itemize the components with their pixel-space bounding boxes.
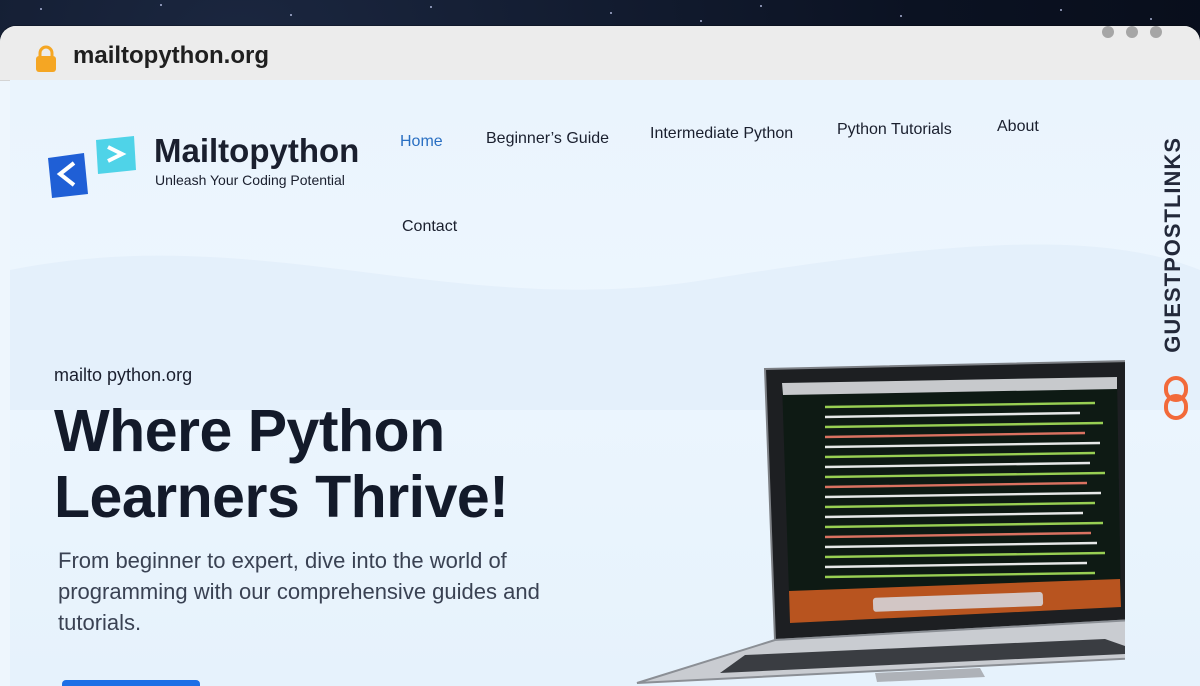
- hero-headline: Where Python Learners Thrive!: [54, 398, 509, 530]
- url-text[interactable]: mailtopython.org: [73, 42, 269, 70]
- window-dot[interactable]: [1102, 26, 1114, 38]
- watermark-text: GUESTPOSTLINKS: [1160, 137, 1185, 353]
- nav-about[interactable]: About: [997, 118, 1039, 136]
- watermark: GUESTPOSTLINKS: [1154, 120, 1192, 370]
- window-controls: [1102, 26, 1162, 38]
- window-dot[interactable]: [1150, 26, 1162, 38]
- hero-description: From beginner to expert, dive into the w…: [58, 548, 540, 635]
- nav-intermediate-python[interactable]: Intermediate Python: [650, 125, 793, 143]
- laptop-image: [636, 360, 1125, 684]
- brand-tagline: Unleash Your Coding Potential: [155, 172, 345, 188]
- nav-contact[interactable]: Contact: [402, 218, 457, 236]
- nav-home[interactable]: Home: [400, 133, 443, 151]
- web-page: Mailtopython Unleash Your Coding Potenti…: [10, 80, 1200, 686]
- cta-button[interactable]: [62, 680, 200, 686]
- lock-icon: [36, 45, 56, 72]
- hero-eyebrow: mailto python.org: [54, 365, 193, 385]
- browser-address-bar: mailtopython.org: [0, 26, 1200, 81]
- browser-window: mailtopython.org Mailtopython Unleash Yo…: [0, 26, 1200, 686]
- brand-name[interactable]: Mailtopython: [154, 132, 359, 170]
- nav-python-tutorials[interactable]: Python Tutorials: [837, 121, 952, 139]
- link-icon: [1164, 376, 1188, 420]
- logo-icon: [48, 136, 136, 198]
- window-dot[interactable]: [1126, 26, 1138, 38]
- nav-beginners-guide[interactable]: Beginner’s Guide: [486, 130, 609, 148]
- hero-headline-line: Where Python: [54, 398, 445, 464]
- hero-headline-line: Learners Thrive!: [54, 464, 509, 530]
